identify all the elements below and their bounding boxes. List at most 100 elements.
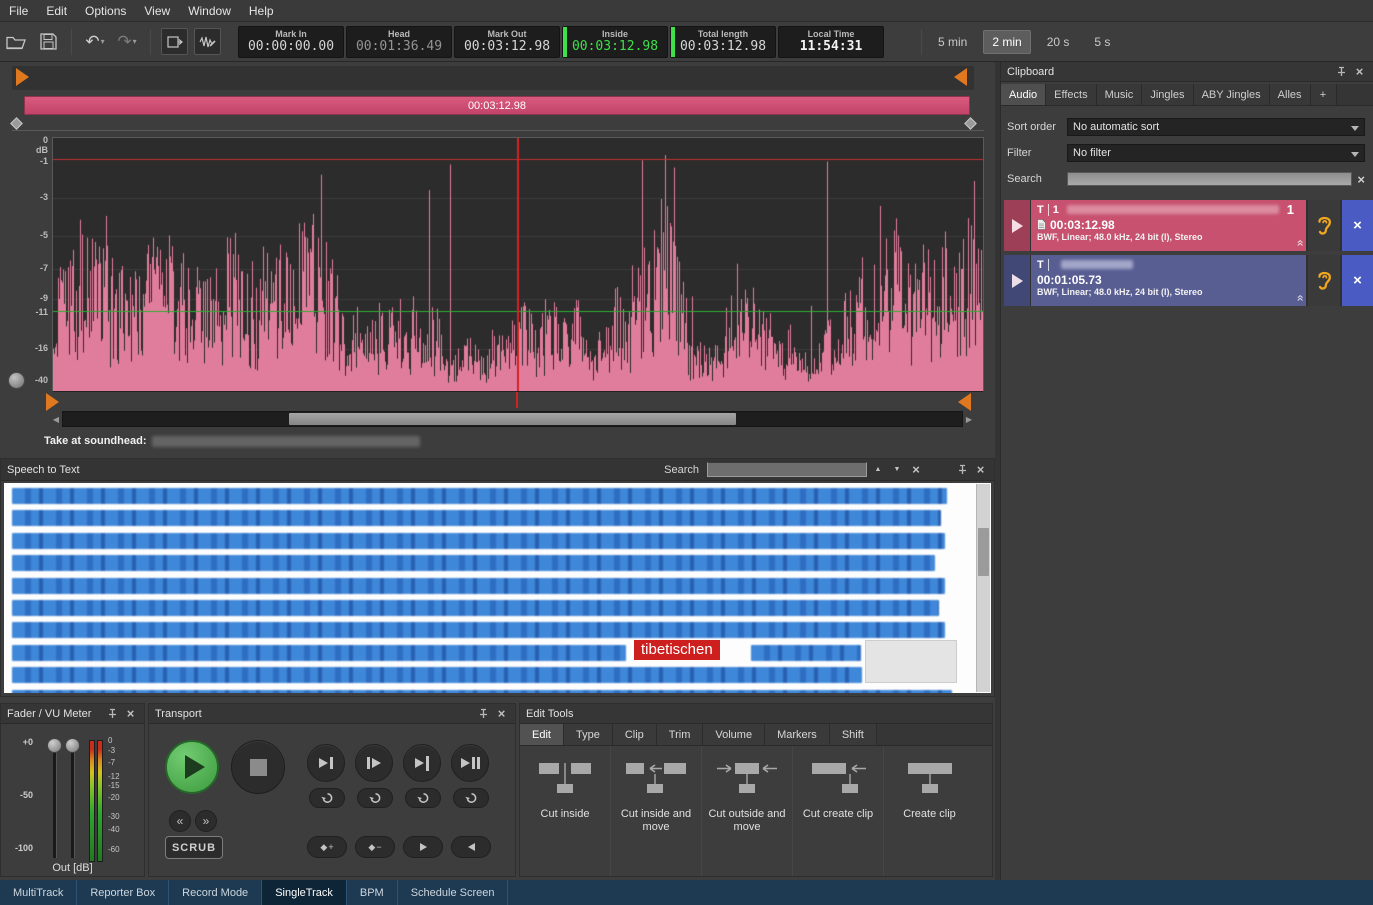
loop-play-to-button[interactable]: [309, 788, 345, 808]
edit-audio-button[interactable]: [194, 28, 221, 55]
loop-play-over-button[interactable]: [453, 788, 489, 808]
tab-singletrack[interactable]: SingleTrack: [262, 880, 347, 905]
tab-trim[interactable]: Trim: [657, 724, 704, 745]
clipboard-tab-aby-jingles[interactable]: ABY Jingles: [1194, 84, 1270, 105]
cut-create-clip-button[interactable]: Cut create clip: [793, 746, 884, 876]
stt-search-input[interactable]: [707, 462, 867, 477]
zoom-range-right-marker-icon[interactable]: [954, 68, 967, 86]
clip-body[interactable]: T 00:01:05.73 BWF, Linear; 48.0 kHz, 24 …: [1031, 255, 1306, 306]
stt-pin-icon[interactable]: [955, 462, 970, 477]
tab-multitrack[interactable]: MultiTrack: [0, 880, 77, 905]
stt-highlight-word[interactable]: tibetischen: [634, 640, 720, 660]
prev-marker-button[interactable]: [451, 836, 491, 858]
clipboard-tab-music[interactable]: Music: [1097, 84, 1143, 105]
tab-markers[interactable]: Markers: [765, 724, 830, 745]
transfer-audio-button[interactable]: [161, 28, 188, 55]
stt-search-clear-button[interactable]: ×: [908, 462, 924, 477]
skip-back-button[interactable]: «: [169, 810, 191, 832]
play-from-cursor-button[interactable]: [355, 744, 393, 782]
stt-scrollbar-thumb[interactable]: [978, 528, 989, 576]
stt-text-content[interactable]: tibetischen: [4, 483, 991, 693]
clipboard-search-clear-icon[interactable]: ×: [1357, 172, 1365, 187]
transport-pin-icon[interactable]: [476, 706, 491, 721]
tab-clip[interactable]: Clip: [613, 724, 657, 745]
remove-marker-button[interactable]: ◆−: [355, 836, 395, 858]
redo-button[interactable]: ↷ ▾: [114, 29, 140, 55]
save-button[interactable]: [35, 29, 61, 55]
edit-marker-right-icon[interactable]: [958, 393, 971, 411]
zoom-5min-button[interactable]: 5 min: [929, 30, 976, 54]
fader-close-icon[interactable]: ×: [123, 706, 138, 721]
menu-file[interactable]: File: [0, 0, 37, 21]
overview-strip[interactable]: [12, 66, 974, 90]
fader-track-left[interactable]: [53, 742, 57, 858]
stt-scrollbar[interactable]: [976, 484, 990, 692]
zoom-5s-button[interactable]: 5 s: [1085, 30, 1119, 54]
scroll-right-arrow[interactable]: ▶: [963, 411, 975, 427]
zoom-range-left-marker-icon[interactable]: [16, 68, 29, 86]
play-over-cut-button[interactable]: [451, 744, 489, 782]
clipboard-tab-audio[interactable]: Audio: [1001, 84, 1046, 105]
clipboard-tab-effects[interactable]: Effects: [1046, 84, 1096, 105]
skip-forward-button[interactable]: »: [195, 810, 217, 832]
zoom-20s-button[interactable]: 20 s: [1038, 30, 1079, 54]
scroll-left-arrow[interactable]: ◀: [50, 411, 62, 427]
clipboard-tab-alles[interactable]: Alles: [1270, 84, 1311, 105]
undo-button[interactable]: ↶ ▾: [82, 29, 108, 55]
stop-button[interactable]: [231, 740, 285, 794]
tab-type[interactable]: Type: [564, 724, 613, 745]
waveform-zoom-knob[interactable]: [8, 372, 25, 389]
tab-reporter-box[interactable]: Reporter Box: [77, 880, 169, 905]
menu-help[interactable]: Help: [240, 0, 283, 21]
menu-window[interactable]: Window: [179, 0, 240, 21]
fader-knob-left[interactable]: [47, 738, 62, 753]
scrub-button[interactable]: SCRUB: [165, 836, 223, 859]
tab-edit[interactable]: Edit: [520, 724, 564, 745]
tab-bpm[interactable]: BPM: [347, 880, 398, 905]
cut-inside-button[interactable]: Cut inside: [520, 746, 611, 876]
edit-marker-left-icon[interactable]: [46, 393, 59, 411]
filter-dropdown[interactable]: No filter: [1067, 144, 1365, 162]
cut-outside-and-move-button[interactable]: Cut outside and move: [702, 746, 793, 876]
zoom-2min-button[interactable]: 2 min: [983, 30, 1030, 54]
clipboard-tab-add[interactable]: +: [1311, 84, 1337, 105]
next-marker-button[interactable]: [403, 836, 443, 858]
clip-prelisten-button[interactable]: [1308, 200, 1340, 251]
clip-prelisten-button[interactable]: [1308, 255, 1340, 306]
stt-search-next-button[interactable]: ▼: [889, 462, 905, 477]
fader-track-right[interactable]: [71, 742, 75, 858]
clip-delete-button[interactable]: ×: [1342, 255, 1373, 306]
play-to-cursor-button[interactable]: [307, 744, 345, 782]
fader-pin-icon[interactable]: [105, 706, 120, 721]
scrollbar-track[interactable]: [62, 411, 963, 427]
sort-order-dropdown[interactable]: No automatic sort: [1067, 118, 1365, 136]
stt-search-prev-button[interactable]: ▲: [870, 462, 886, 477]
tab-shift[interactable]: Shift: [830, 724, 877, 745]
tab-schedule-screen[interactable]: Schedule Screen: [398, 880, 509, 905]
selection-range-bar[interactable]: 00:03:12.98: [24, 96, 970, 115]
clipboard-close-icon[interactable]: ×: [1352, 64, 1367, 79]
clip-body[interactable]: T 1 1 00:03:12.98 BWF, Linear; 48.0 kHz,…: [1031, 200, 1306, 251]
clip-play-button[interactable]: [1004, 255, 1030, 306]
clip-play-button[interactable]: [1004, 200, 1030, 251]
play-button[interactable]: [165, 740, 219, 794]
menu-view[interactable]: View: [135, 0, 179, 21]
clip-delete-button[interactable]: ×: [1342, 200, 1373, 251]
clipboard-pin-icon[interactable]: [1334, 64, 1349, 79]
range-handle-right[interactable]: [964, 117, 977, 130]
range-handle-left[interactable]: [10, 117, 23, 130]
clipboard-clip-1[interactable]: T 1 1 00:03:12.98 BWF, Linear; 48.0 kHz,…: [1004, 200, 1373, 251]
waveform-canvas[interactable]: [52, 137, 984, 392]
transport-close-icon[interactable]: ×: [494, 706, 509, 721]
tab-volume[interactable]: Volume: [703, 724, 765, 745]
menu-options[interactable]: Options: [76, 0, 135, 21]
stt-close-icon[interactable]: ×: [973, 462, 988, 477]
fader-knob-right[interactable]: [65, 738, 80, 753]
clipboard-tab-jingles[interactable]: Jingles: [1142, 84, 1193, 105]
scrollbar-thumb[interactable]: [289, 413, 736, 425]
clipboard-clip-2[interactable]: T 00:01:05.73 BWF, Linear; 48.0 kHz, 24 …: [1004, 255, 1373, 306]
collapse-chevron-icon[interactable]: »: [1293, 240, 1307, 247]
loop-play-mark-button[interactable]: [405, 788, 441, 808]
play-to-mark-out-button[interactable]: [403, 744, 441, 782]
open-file-button[interactable]: [3, 29, 29, 55]
